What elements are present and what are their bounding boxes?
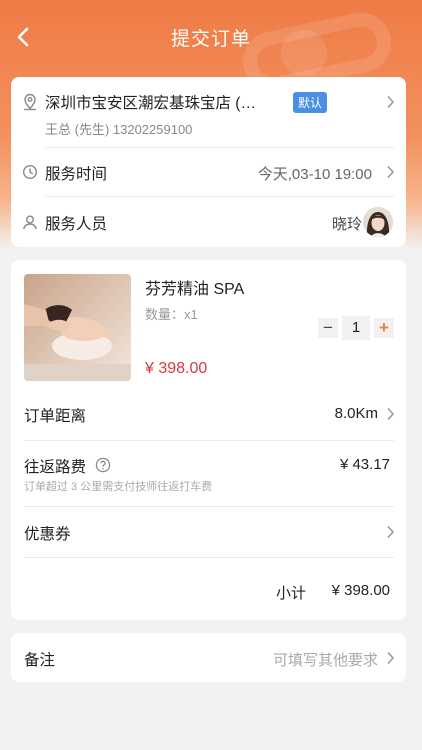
remark-placeholder: 可填写其他要求 [272,652,378,669]
help-icon[interactable] [95,457,111,473]
subtotal-label: 小计 [275,585,306,602]
decrease-button[interactable]: − [318,318,338,338]
product-price: ¥ 398.00 [145,360,208,377]
clock-icon [21,163,39,181]
distance-value: 8.0Km [334,405,378,422]
quantity-stepper: − 1 + [318,316,394,340]
order-info-card: 深圳市宝安区潮宏基珠宝店 (… 默认 王总 (先生) 13202259100 服… [11,77,406,247]
chevron-right-icon [385,524,395,540]
location-pin-icon [21,93,39,111]
chevron-right-icon [385,650,395,666]
travel-fee-label: 往返路费 [24,459,87,476]
service-time-label: 服务时间 [45,166,108,183]
remark-card[interactable]: 备注 可填写其他要求 [11,633,406,682]
service-time-value: 今天,03-10 19:00 [257,166,372,183]
person-icon [21,213,39,231]
staff-avatar[interactable] [363,207,393,237]
subtotal-row: 小计 ¥ 398.00 [11,558,406,620]
coupon-label: 优惠券 [24,526,71,543]
staff-label: 服务人员 [45,216,108,233]
service-time-row[interactable]: 服务时间 今天,03-10 19:00 [11,148,406,196]
travel-fee-value: ¥ 43.17 [339,456,390,473]
address-row[interactable]: 深圳市宝安区潮宏基珠宝店 (… 默认 王总 (先生) 13202259100 [11,77,406,147]
subtotal-value: ¥ 398.00 [331,582,390,599]
navigation-bar: 提交订单 [0,0,422,74]
product-image [24,274,131,381]
order-detail-card: 芬芳精油 SPA 数量：x1 − 1 + ¥ 398.00 订单距离 8.0Km… [11,260,406,620]
contact-info: 王总 (先生) 13202259100 [45,122,193,137]
page-title: 提交订单 [170,29,251,50]
chevron-right-icon [385,94,395,110]
address-title: 深圳市宝安区潮宏基珠宝店 (… [45,95,256,112]
chevron-right-icon [385,164,395,180]
quantity-value[interactable]: 1 [342,316,370,340]
remark-label: 备注 [24,652,56,669]
travel-fee-note: 订单超过 3 公里需支付技师往返打车费 [24,481,213,493]
default-badge: 默认 [293,92,328,113]
distance-label: 订单距离 [24,408,87,425]
product-name: 芬芳精油 SPA [145,281,245,298]
chevron-right-icon [385,406,395,422]
staff-row[interactable]: 服务人员 晓玲 [11,197,406,247]
travel-fee-row: 往返路费 ¥ 43.17 [11,441,406,506]
quantity-label: 数量：x1 [145,307,198,322]
staff-name: 晓玲 [331,216,362,233]
increase-button[interactable]: + [374,318,394,338]
coupon-row[interactable]: 优惠券 [11,507,406,557]
distance-row[interactable]: 订单距离 8.0Km [11,388,406,440]
